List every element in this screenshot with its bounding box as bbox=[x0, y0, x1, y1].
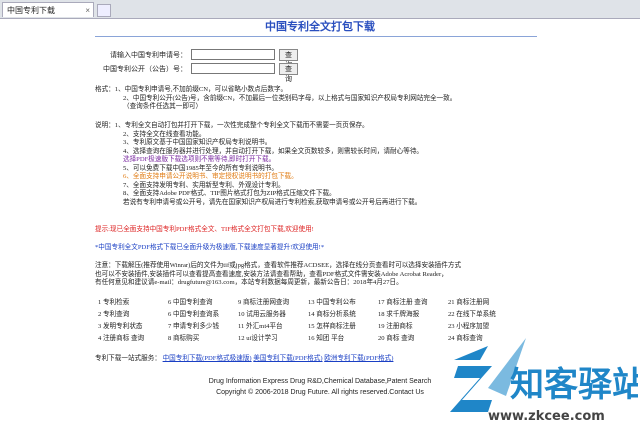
service-link[interactable]: 4 注册商标 查询 bbox=[98, 332, 144, 342]
application-query-button[interactable]: 查询 bbox=[279, 49, 298, 69]
publication-query-button[interactable]: 查询 bbox=[279, 63, 298, 83]
service-link[interactable]: 2 专利查询 bbox=[98, 308, 129, 318]
watermark-url: www.zkcee.com bbox=[488, 409, 605, 424]
service-link[interactable]: 3 发明专利状态 bbox=[98, 320, 143, 330]
format-line: 2、中国专利公开(公告)号，含前缀CN，不加最后一位类别码字母，以上格式与国家知… bbox=[123, 94, 457, 102]
note-line: 2、支持全文在线查看功能。 bbox=[123, 130, 206, 138]
service-link[interactable]: 8 商标购买 bbox=[168, 332, 199, 342]
watermark-logo: 知客驿站 www.zkcee.com bbox=[450, 338, 638, 424]
format-line: （查询条件任选其一即可） bbox=[123, 103, 203, 110]
note-line: 选择PDF极速版下载选项则不需等待,即时打开下载。 bbox=[123, 156, 276, 163]
service-link[interactable]: 7 申请专利多少钱 bbox=[168, 320, 219, 330]
service-link[interactable]: 16 知团 平台 bbox=[308, 332, 344, 342]
notice-red: 提示:现已全面支持中国专利PDF格式全文、TIF格式全文打包下载,欢迎使用! bbox=[95, 226, 314, 233]
format-section: 格式：1、中国专利申请号,不加前缀CN，可以省略小数点后数字。 2、中国专利公开… bbox=[95, 86, 535, 112]
browser-tab-bar: 中国专利下载 × bbox=[0, 0, 640, 19]
publication-number-input[interactable] bbox=[191, 63, 275, 74]
ep-patent-download-link[interactable]: 欧洲专利下载(PDF格式) bbox=[324, 355, 393, 362]
service-link[interactable]: 14 商标分析系统 bbox=[308, 308, 356, 318]
note-line: 若说有专利申请号或公开号，请先在国家知识产权局进行专利检索,获取申请号或公开号后… bbox=[123, 198, 422, 206]
attention-line: 有任何意见和建议请e-mail：drugfuture@163.com，本站专利数… bbox=[95, 279, 403, 286]
notes-section: 说明：1、专利全文自动打包并打开下载，一次性完成整个专利全文下载而不需要一页页保… bbox=[95, 122, 535, 207]
browser-tab[interactable]: 中国专利下载 × bbox=[2, 2, 94, 17]
application-number-label: 请输入中国专利申请号： bbox=[110, 51, 187, 59]
service-link[interactable]: 20 商标 查询 bbox=[378, 332, 414, 342]
note-line: 5、可以免费下载中国1985年至今的所有专利说明书。 bbox=[123, 164, 278, 172]
service-link[interactable]: 11 外汇mt4平台 bbox=[238, 320, 283, 330]
service-link[interactable]: 21 商标注册网 bbox=[448, 296, 489, 306]
service-link[interactable]: 1 专利检索 bbox=[98, 296, 129, 306]
service-link[interactable]: 6 中国专利查询系 bbox=[168, 308, 219, 318]
onestop-prefix: 专利下载一站式服务： bbox=[95, 355, 161, 362]
new-tab-button[interactable] bbox=[97, 4, 111, 17]
page-title: 中国专利全文打包下载 bbox=[265, 21, 375, 33]
service-link[interactable]: 15 怎样商标注册 bbox=[308, 320, 356, 330]
watermark-name: 知客驿站 bbox=[510, 365, 638, 405]
notes-head: 说明：1、专利全文自动打包并打开下载，一次性完成整个专利全文下载而不需要一页页保… bbox=[95, 122, 369, 129]
notice-blue: *中国专利全文PDF格式下载已全面升级为极速版,下载速度显著提升!欢迎使用!* bbox=[95, 244, 325, 251]
attention-section: 注意：下载解压(推荐使用Winrar)后的文件为tif或jpg格式，查看软件推荐… bbox=[95, 262, 535, 288]
note-line: 3、专利原文基于中国国家知识产权局专利说明书。 bbox=[123, 139, 272, 146]
service-link[interactable]: 23 小程序加盟 bbox=[448, 320, 489, 330]
attention-line: 注意：下载解压(推荐使用Winrar)后的文件为tif或jpg格式，查看软件推荐… bbox=[95, 262, 462, 269]
service-link[interactable]: 18 求千牌海报 bbox=[378, 308, 419, 318]
service-link[interactable]: 12 ui设计学习 bbox=[238, 332, 278, 342]
title-divider bbox=[95, 36, 537, 37]
service-link[interactable]: 9 商标注册网查询 bbox=[238, 296, 289, 306]
note-line: 7、全面支持发明专利、实用新型专利、外观设计专利。 bbox=[123, 181, 285, 189]
service-link[interactable]: 19 注册商标 bbox=[378, 320, 413, 330]
cn-patent-download-link[interactable]: 中国专利下载(PDF格式极速版) bbox=[163, 355, 252, 362]
service-link[interactable]: 13 中国专利公布 bbox=[308, 296, 356, 306]
service-link[interactable]: 17 商标注册 查询 bbox=[378, 296, 427, 306]
service-link[interactable]: 22 在线下单系统 bbox=[448, 308, 496, 318]
close-tab-icon[interactable]: × bbox=[85, 3, 90, 18]
note-line: 8、全面支持Adobe PDF格式、TIF图片格式打包为ZIP格式压缩文件下载。 bbox=[123, 190, 336, 197]
tab-label: 中国专利下载 bbox=[7, 6, 55, 15]
attention-line: 也可以不安装插件,安装插件可以查看提高查看速度,安装方法请查看帮助，查看PDF格… bbox=[95, 270, 448, 278]
us-patent-download-link[interactable]: 美国专利下载(PDF格式) bbox=[253, 355, 322, 362]
format-line: 格式：1、中国专利申请号,不加前缀CN，可以省略小数点后数字。 bbox=[95, 86, 288, 93]
note-line: 6、全面支持申请公开说明书、审定授权说明书的打包下载。 bbox=[123, 173, 298, 180]
service-link[interactable]: 6 中国专利查询 bbox=[168, 296, 213, 306]
publication-number-label: 中国专利公开（公告）号： bbox=[103, 65, 187, 73]
note-line: 4、选择查询在服务器并进行处理，并自动打开下载，如果全文页数较多，则需较长时间，… bbox=[123, 147, 424, 155]
application-number-input[interactable] bbox=[191, 49, 275, 60]
service-link[interactable]: 10 试用云服务器 bbox=[238, 308, 286, 318]
